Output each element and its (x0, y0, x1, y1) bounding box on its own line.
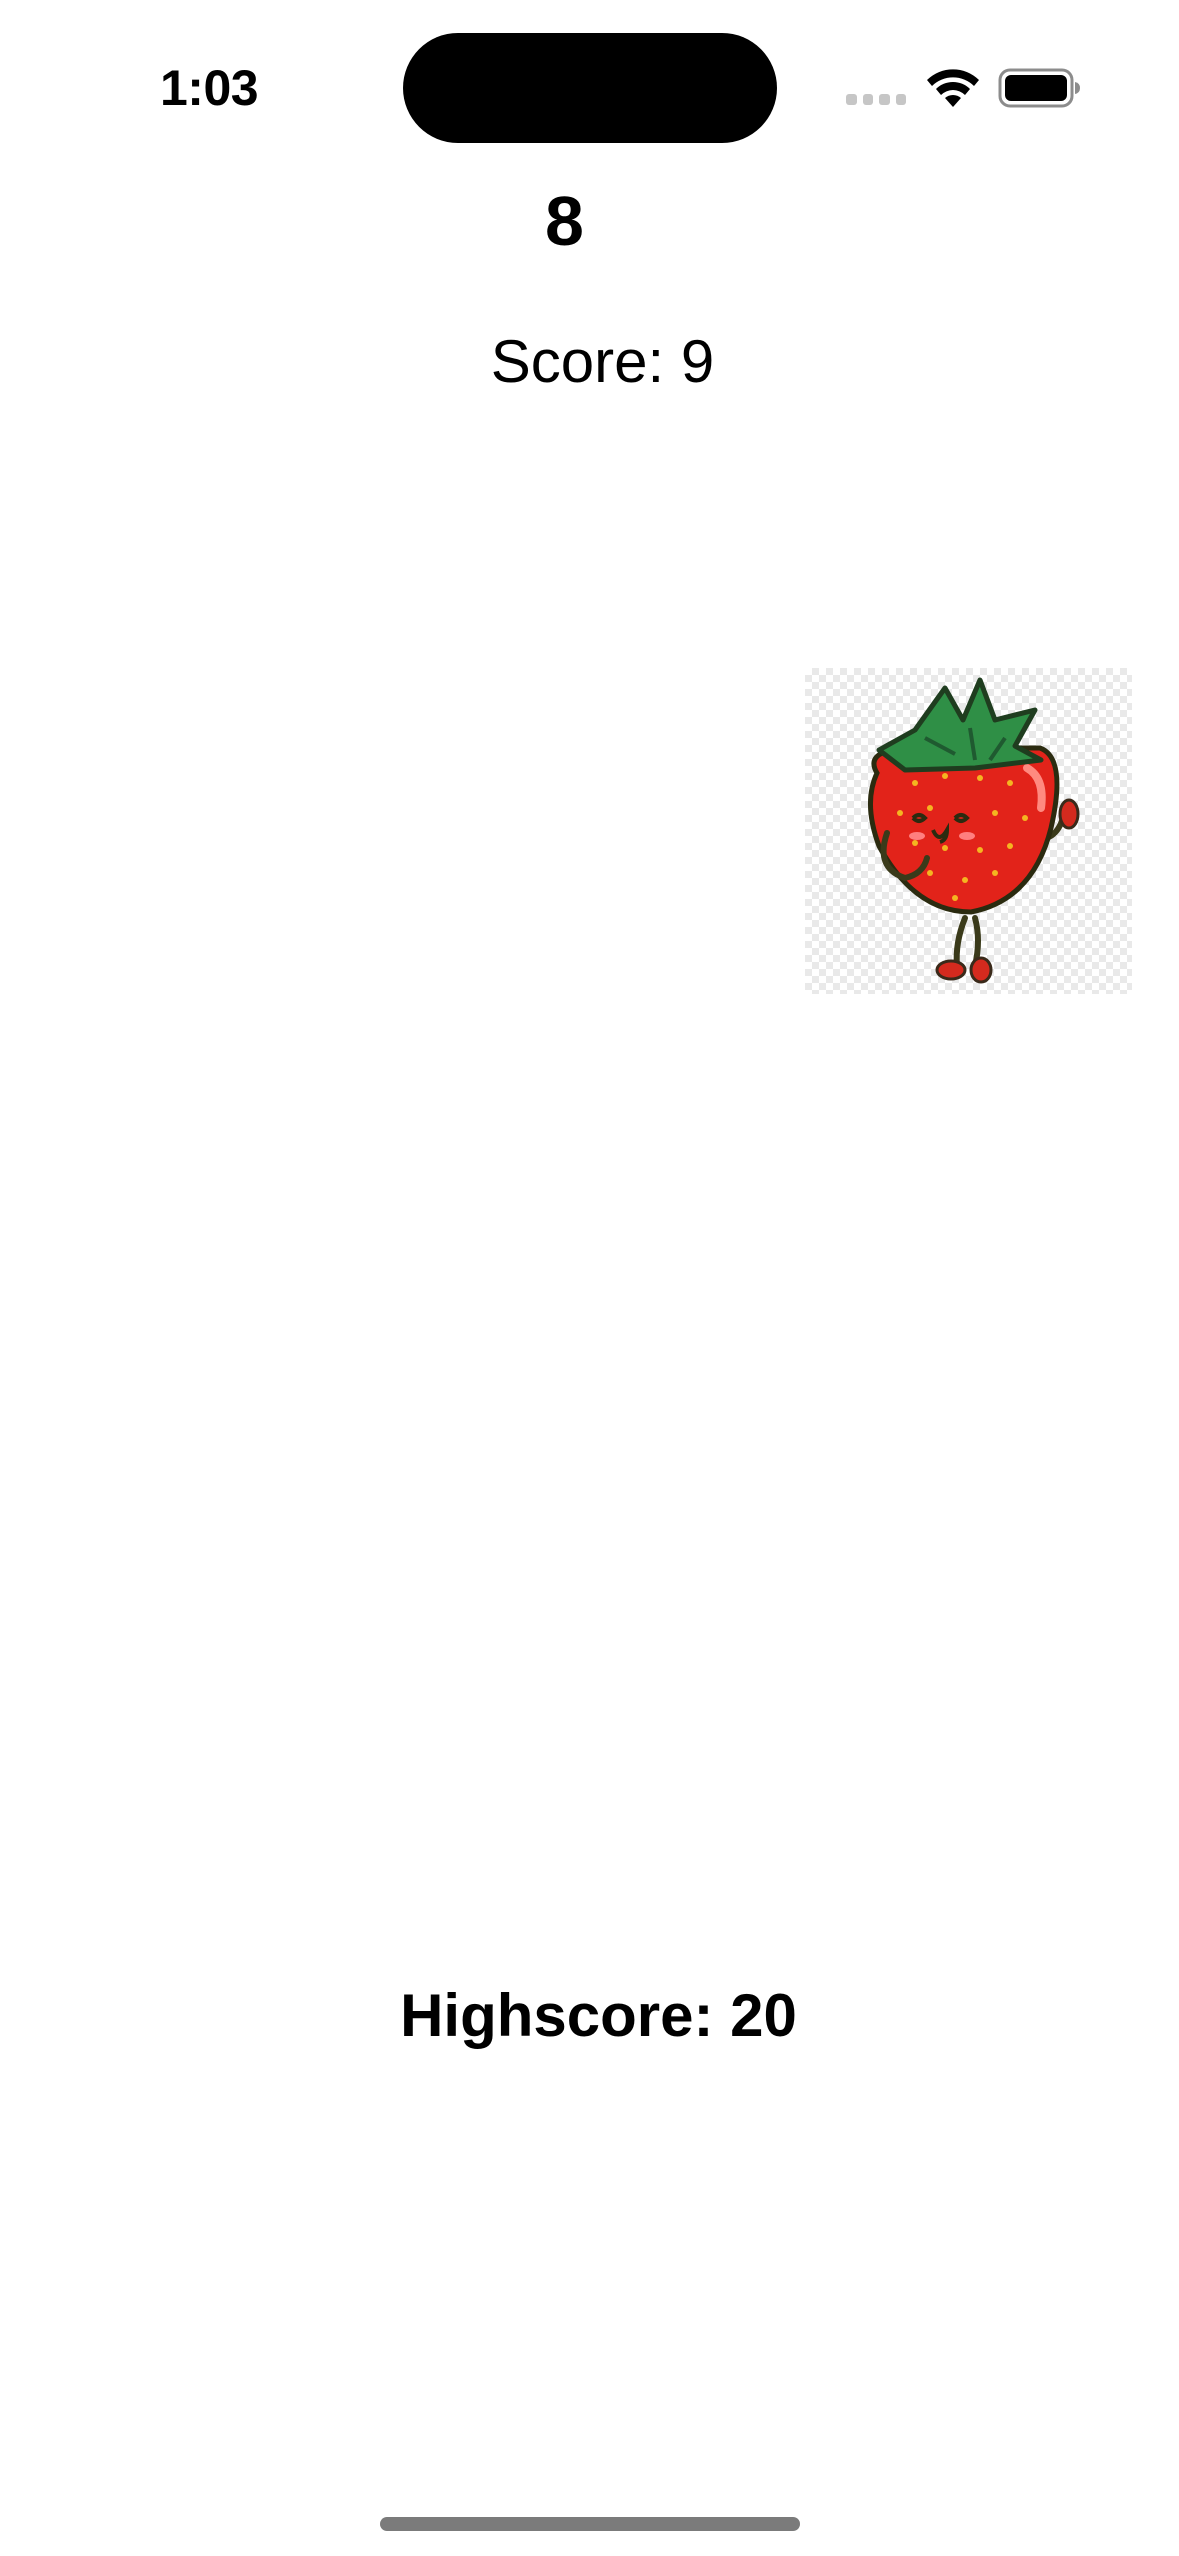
strawberry-target[interactable] (805, 668, 1132, 994)
wifi-icon (927, 69, 979, 107)
status-time: 1:03 (160, 60, 259, 116)
dynamic-island (403, 33, 777, 143)
highscore-label: Highscore: 20 (400, 1982, 797, 2049)
strawberry-character-icon (867, 677, 1080, 984)
score-label: Score: 9 (490, 328, 715, 395)
battery-icon (998, 68, 1080, 108)
cellular-signal-icon (846, 92, 906, 106)
countdown-timer: 8 (545, 182, 584, 260)
home-indicator[interactable] (380, 2517, 800, 2531)
